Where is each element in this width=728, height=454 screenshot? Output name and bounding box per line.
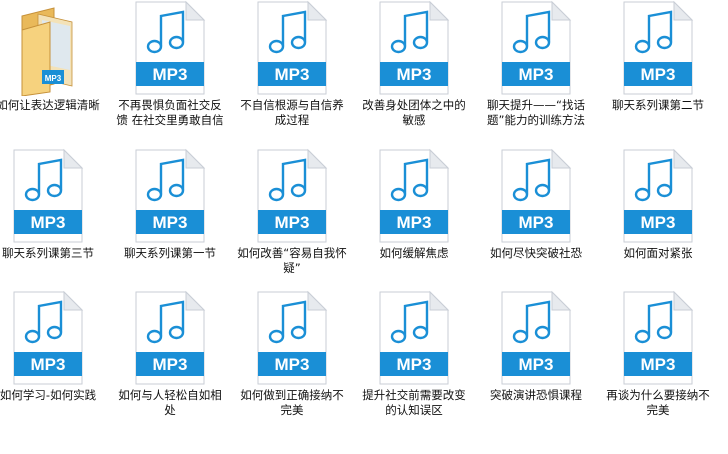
file-item[interactable]: MP3 如何面对紧张: [600, 148, 716, 294]
file-name-label: 如何尽快突破社恐: [490, 246, 582, 260]
mp3-file-icon: MP3: [600, 290, 716, 388]
mp3-badge-text: MP3: [641, 65, 676, 84]
mp3-badge-text: MP3: [153, 213, 188, 232]
mp3-badge-text: MP3: [519, 213, 554, 232]
file-name-label: 不自信根源与自信养成过程: [240, 98, 344, 127]
mp3-badge-text: MP3: [153, 355, 188, 374]
mp3-file-icon: MP3: [112, 148, 228, 246]
file-name-label: 如何做到正确接纳不完美: [240, 388, 344, 417]
file-item[interactable]: MP3 如何改善“容易自我怀疑”: [234, 148, 350, 294]
mp3-file-icon: MP3: [0, 148, 106, 246]
file-item[interactable]: MP3 聊天系列课第二节: [600, 0, 716, 146]
mp3-file-icon: MP3: [234, 0, 350, 98]
mp3-file-icon: MP3: [600, 148, 716, 246]
file-name-label: 改善身处团体之中的敏感: [362, 98, 466, 127]
mp3-file-icon: MP3: [356, 148, 472, 246]
file-name-label: 聊天系列课第三节: [2, 246, 94, 260]
file-name-label: 如何面对紧张: [623, 246, 693, 260]
mp3-file-icon: MP3: [0, 290, 106, 388]
file-item[interactable]: MP3 再谈为什么要接纳不完美: [600, 290, 716, 436]
mp3-file-icon: MP3: [478, 0, 594, 98]
file-item[interactable]: MP3 提升社交前需要改变的认知误区: [356, 290, 472, 436]
mp3-badge-text: MP3: [397, 355, 432, 374]
mp3-file-icon: MP3: [112, 0, 228, 98]
file-item[interactable]: MP3 聊天系列课第三节: [0, 148, 106, 294]
mp3-badge-text: MP3: [397, 213, 432, 232]
file-name-label: 如何让表达逻辑清晰: [0, 98, 100, 112]
file-name-label: 不再畏惧负面社交反馈 在社交里勇敢自信: [116, 98, 224, 127]
file-name-label: 再谈为什么要接纳不完美: [606, 388, 710, 417]
mp3-badge-text: MP3: [153, 65, 188, 84]
mp3-file-icon: MP3: [600, 0, 716, 98]
file-name-label: 聊天提升——“找话题”能力的训练方法: [487, 98, 585, 127]
file-name-label: 如何改善“容易自我怀疑”: [237, 246, 347, 275]
file-item[interactable]: MP3 如何做到正确接纳不完美: [234, 290, 350, 436]
file-item[interactable]: MP3 聊天系列课第一节: [112, 148, 228, 294]
file-name-label: 如何缓解焦虑: [379, 246, 449, 260]
file-grid: MP3 如何让表达逻辑清晰 MP3 不再畏惧负面社交反馈 在社交里勇敢自信 MP…: [0, 0, 728, 454]
file-name-label: 聊天系列课第二节: [612, 98, 704, 112]
mp3-badge-text: MP3: [275, 65, 310, 84]
mp3-badge-text: MP3: [397, 65, 432, 84]
file-item[interactable]: MP3 如何缓解焦虑: [356, 148, 472, 294]
mp3-badge-text: MP3: [641, 355, 676, 374]
mp3-file-icon: MP3: [478, 148, 594, 246]
mp3-file-icon: MP3: [356, 0, 472, 98]
file-item[interactable]: MP3 聊天提升——“找话题”能力的训练方法: [478, 0, 594, 146]
mp3-badge-text: MP3: [275, 213, 310, 232]
folder-archive-icon: MP3: [0, 0, 106, 98]
mp3-badge-text: MP3: [519, 355, 554, 374]
file-item[interactable]: MP3 如何学习-如何实践: [0, 290, 106, 436]
file-name-label: 突破演讲恐惧课程: [490, 388, 582, 402]
file-item[interactable]: MP3 不再畏惧负面社交反馈 在社交里勇敢自信: [112, 0, 228, 146]
mp3-file-icon: MP3: [234, 148, 350, 246]
mp3-badge-text: MP3: [519, 65, 554, 84]
mp3-badge-text: MP3: [275, 355, 310, 374]
file-item[interactable]: MP3 突破演讲恐惧课程: [478, 290, 594, 436]
mp3-file-icon: MP3: [356, 290, 472, 388]
file-name-label: 如何学习-如何实践: [0, 388, 97, 402]
file-item[interactable]: MP3 如何与人轻松自如相处: [112, 290, 228, 436]
file-item[interactable]: MP3 不自信根源与自信养成过程: [234, 0, 350, 146]
file-item[interactable]: MP3 如何尽快突破社恐: [478, 148, 594, 294]
mp3-badge-text: MP3: [31, 213, 66, 232]
mp3-badge-text: MP3: [45, 74, 62, 83]
file-name-label: 如何与人轻松自如相处: [118, 388, 222, 417]
mp3-file-icon: MP3: [234, 290, 350, 388]
file-item[interactable]: MP3 改善身处团体之中的敏感: [356, 0, 472, 146]
mp3-file-icon: MP3: [478, 290, 594, 388]
mp3-badge-text: MP3: [641, 213, 676, 232]
file-name-label: 聊天系列课第一节: [124, 246, 216, 260]
file-item[interactable]: MP3 如何让表达逻辑清晰: [0, 0, 106, 146]
mp3-file-icon: MP3: [112, 290, 228, 388]
mp3-badge-text: MP3: [31, 355, 66, 374]
file-name-label: 提升社交前需要改变的认知误区: [362, 388, 466, 417]
